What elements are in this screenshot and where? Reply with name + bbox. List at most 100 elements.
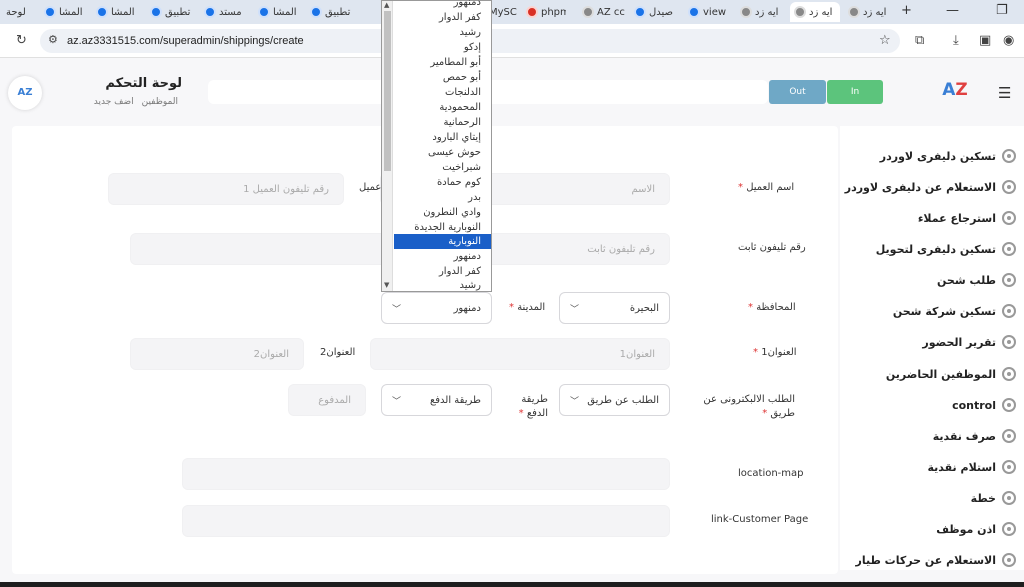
sidebar-item[interactable]: استلام نقدية: [927, 457, 1016, 477]
city-option[interactable]: بدر: [394, 190, 491, 205]
os-taskbar: [0, 582, 1024, 587]
customer-phone-input[interactable]: رقم تليفون العميل 1: [108, 173, 344, 205]
browser-tab[interactable]: تطبيق: [150, 2, 196, 22]
sidebar-item[interactable]: استرجاع عملاء: [918, 208, 1016, 228]
sidebar-item[interactable]: الاستعلام عن دليفرى لاوردر: [845, 177, 1016, 197]
city-option[interactable]: أبو حمص: [394, 70, 491, 85]
page-title: لوحة التحكم: [105, 76, 182, 91]
tab-label: المشا: [59, 6, 83, 18]
maximize-icon[interactable]: ❐: [996, 3, 1008, 18]
browser-tab[interactable]: صيدل: [634, 2, 678, 22]
browser-tab[interactable]: لوحة: [6, 2, 42, 22]
sidebar-item-label: استرجاع عملاء: [917, 211, 996, 225]
minimize-icon[interactable]: —: [946, 3, 959, 18]
gear-icon: [1002, 304, 1016, 318]
city-option[interactable]: المحمودية: [394, 100, 491, 115]
bookmark-star-icon[interactable]: ☆: [879, 33, 891, 48]
sidebar-item[interactable]: تسكين دليفرى لاوردر: [880, 146, 1016, 166]
breadcrumb-item[interactable]: الموظفين: [142, 97, 178, 107]
order-via-select[interactable]: الطلب عن طريق ﹀: [559, 384, 670, 416]
close-tab-icon[interactable]: ✕: [839, 7, 840, 18]
scrollbar-thumb[interactable]: [384, 11, 391, 171]
browser-tab-active[interactable]: ايه زد ✕: [790, 2, 840, 22]
payment-method-select[interactable]: طريقة الدفع ﹀: [381, 384, 492, 416]
dropdown-scrollbar[interactable]: ▲ ▼: [382, 1, 393, 291]
browser-tab[interactable]: المشا: [44, 2, 88, 22]
city-option[interactable]: إدكو: [394, 40, 491, 55]
extensions-icon[interactable]: ⧉: [915, 33, 924, 48]
sidebar-item[interactable]: تسكين شركة شحن: [893, 301, 1016, 321]
site-icon: [848, 6, 860, 18]
sidebar-item[interactable]: صرف نقدية: [933, 426, 1016, 446]
site-icon: [258, 6, 270, 18]
customer-page-input[interactable]: [182, 505, 670, 537]
city-option[interactable]: رشيد: [394, 25, 491, 40]
gear-icon: [1002, 553, 1016, 567]
browser-toolbar: ↻ ⚙ az.az3331515.com/superadmin/shipping…: [0, 24, 1024, 58]
city-option[interactable]: رشيد: [394, 278, 491, 293]
city-option[interactable]: الدلنجات: [394, 85, 491, 100]
governorate-select[interactable]: البحيرة ﹀: [559, 292, 670, 324]
site-icon: [44, 6, 56, 18]
address1-input[interactable]: العنوان1: [370, 338, 670, 370]
url-text: az.az3331515.com/superadmin/shippings/cr…: [67, 35, 304, 47]
site-icon: [688, 6, 700, 18]
gear-icon: [1002, 460, 1016, 474]
city-option[interactable]: دمنهور: [394, 249, 491, 264]
browser-tab[interactable]: AZ cc: [582, 2, 626, 22]
sidebar-item[interactable]: طلب شحن: [937, 270, 1016, 290]
chevron-down-icon: ﹀: [570, 304, 580, 315]
city-option[interactable]: شبراخيت: [394, 160, 491, 175]
download-icon[interactable]: ⤓: [953, 33, 959, 48]
sidebar-item[interactable]: الموظفين الحاضرين: [886, 364, 1016, 384]
location-map-input[interactable]: [182, 458, 670, 490]
sidebar-item[interactable]: خطة: [971, 488, 1016, 508]
site-info-icon[interactable]: ⚙: [48, 33, 58, 46]
city-option[interactable]: دمنهور: [394, 0, 491, 10]
browser-tab[interactable]: مستد: [204, 2, 250, 22]
gear-icon: [1002, 335, 1016, 349]
sidebar-item[interactable]: control: [952, 395, 1016, 415]
city-option[interactable]: أبو المطامير: [394, 55, 491, 70]
hamburger-menu-icon[interactable]: ☰: [998, 84, 1011, 102]
city-option[interactable]: النوبارية الجديدة: [394, 220, 491, 235]
sidebar-item[interactable]: الاستعلام عن حركات طيار: [856, 550, 1016, 570]
address2-input[interactable]: العنوان2: [130, 338, 304, 370]
city-option[interactable]: الرحمانية: [394, 115, 491, 130]
city-label: المدينة *: [509, 302, 546, 313]
gear-icon: [1002, 429, 1016, 443]
address1-label: العنوان1 *: [753, 347, 797, 358]
sidebar-item[interactable]: اذن موظف: [936, 519, 1016, 539]
city-option[interactable]: كفر الدوار: [394, 10, 491, 25]
browser-tab[interactable]: تطبيق: [310, 2, 356, 22]
browser-tab[interactable]: phpm: [526, 2, 566, 22]
browser-tab[interactable]: المشا: [258, 2, 302, 22]
city-option[interactable]: كفر الدوار: [394, 264, 491, 279]
city-select[interactable]: دمنهور ﹀: [381, 292, 492, 324]
browser-tab[interactable]: ايه زد: [740, 2, 784, 22]
scroll-down-icon[interactable]: ▼: [384, 281, 389, 289]
gear-icon: [1002, 398, 1016, 412]
payment-method-value: طريقة الدفع: [429, 394, 481, 406]
city-option[interactable]: إيتاي البارود: [394, 130, 491, 145]
sidebar-item[interactable]: تسكين دليفرى لتحويل: [876, 239, 1016, 259]
city-option[interactable]: وادي النطرون: [394, 205, 491, 220]
city-option-selected[interactable]: النوبارية: [394, 234, 491, 249]
city-option[interactable]: كوم حمادة: [394, 175, 491, 190]
browser-tab[interactable]: view: [688, 2, 732, 22]
browser-tab[interactable]: المشا: [96, 2, 140, 22]
check-in-button[interactable]: In: [827, 80, 883, 104]
user-avatar[interactable]: AZ: [8, 76, 42, 110]
tab-label: المشا: [273, 6, 297, 18]
browser-tab[interactable]: ايه زد: [848, 2, 892, 22]
city-option[interactable]: حوش عيسى: [394, 145, 491, 160]
sidepanel-icon[interactable]: ▣: [979, 33, 991, 48]
paid-amount-input[interactable]: المدفوع: [288, 384, 366, 416]
city-dropdown-list[interactable]: ▲ ▼ دمنهور كفر الدوار رشيد إدكو أبو المط…: [381, 0, 492, 292]
scroll-up-icon[interactable]: ▲: [384, 1, 389, 9]
profile-icon[interactable]: ◉: [1003, 33, 1014, 48]
new-tab-icon[interactable]: +: [901, 3, 912, 18]
check-out-button[interactable]: Out: [769, 80, 826, 104]
reload-icon[interactable]: ↻: [16, 33, 27, 48]
sidebar-item[interactable]: تقرير الحضور: [922, 332, 1016, 352]
